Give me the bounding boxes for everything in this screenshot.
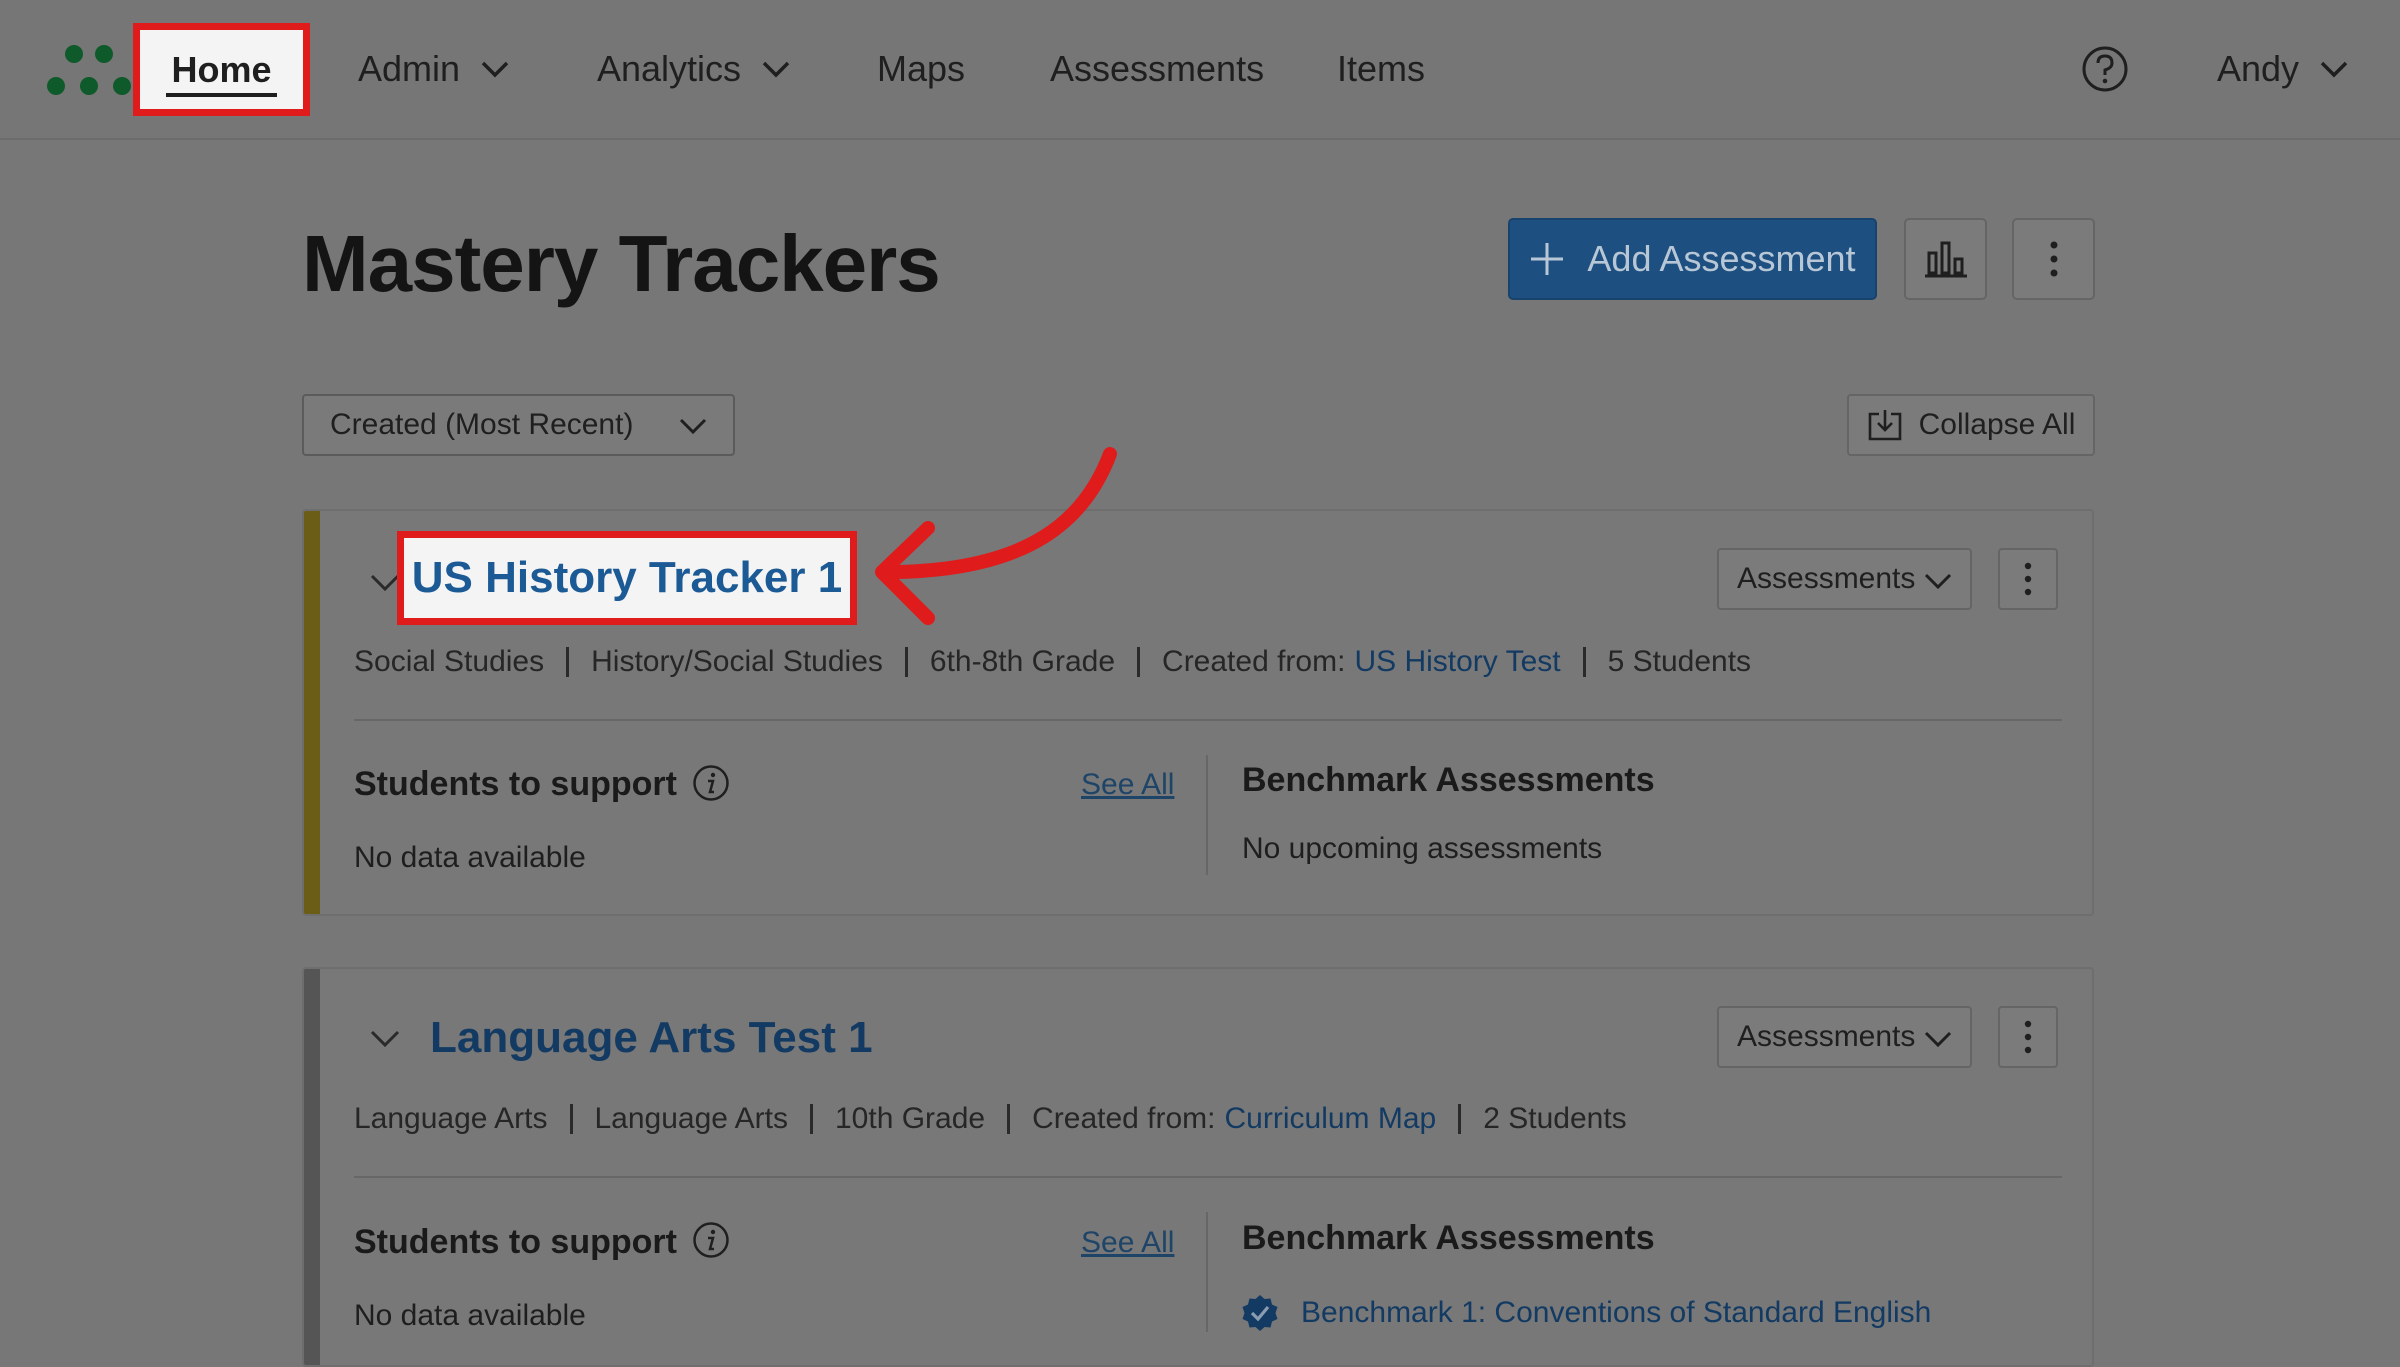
- collapse-icon: [1868, 410, 1901, 441]
- sort-select-value: Created (Most Recent): [330, 408, 634, 441]
- meta-separator: [569, 1104, 573, 1134]
- nav-analytics[interactable]: Analytics: [597, 0, 791, 138]
- nav-analytics-label: Analytics: [597, 48, 742, 89]
- nav-home-label: Home: [171, 48, 272, 90]
- chevron-down-icon: [1924, 573, 1952, 590]
- benchmark-link[interactable]: Benchmark 1: Conventions of Standard Eng…: [1242, 1294, 1932, 1332]
- benchmark-empty-text: No upcoming assessments: [1242, 832, 1603, 865]
- tracker-card: US History Tracker 1 Assessments Social …: [302, 509, 2094, 916]
- help-icon[interactable]: [2080, 44, 2130, 94]
- top-nav: Home Admin Analytics Maps Assessments It…: [0, 0, 2400, 140]
- bar-chart-icon: [1924, 241, 1967, 278]
- assessments-dropdown-label: Assessments: [1737, 1020, 1916, 1053]
- tracker-meta: Language Arts Language Arts 10th Grade C…: [354, 1102, 1627, 1136]
- kebab-icon: [2024, 1020, 2032, 1054]
- meta-subject: Social Studies: [354, 645, 545, 678]
- meta-separator: [1458, 1104, 1462, 1134]
- meta-created-prefix: Created from:: [1032, 1102, 1216, 1135]
- assessments-dropdown-label: Assessments: [1737, 562, 1916, 595]
- card-more-options-button[interactable]: [1998, 548, 2058, 610]
- reports-button[interactable]: [1904, 218, 1987, 300]
- nav-admin[interactable]: Admin: [358, 0, 510, 138]
- page-title: Mastery Trackers: [302, 219, 941, 308]
- meta-created-link[interactable]: Curriculum Map: [1225, 1102, 1437, 1136]
- nav-assessments[interactable]: Assessments: [1050, 0, 1264, 138]
- nav-maps[interactable]: Maps: [877, 0, 965, 138]
- nav-items[interactable]: Items: [1337, 0, 1425, 138]
- support-empty-text: No data available: [354, 841, 586, 874]
- meta-course: History/Social Studies: [591, 645, 883, 678]
- assessments-dropdown-button[interactable]: Assessments: [1717, 1006, 1972, 1068]
- sort-select[interactable]: Created (Most Recent): [302, 394, 735, 456]
- kebab-icon: [2024, 562, 2032, 596]
- section-divider: [1206, 755, 1208, 875]
- nav-home[interactable]: Home: [133, 23, 310, 116]
- tracker-title-link[interactable]: Language Arts Test 1: [430, 1013, 873, 1063]
- card-divider: [354, 1176, 2062, 1178]
- meta-created-prefix: Created from:: [1162, 645, 1346, 678]
- add-assessment-button[interactable]: Add Assessment: [1508, 218, 1877, 300]
- meta-separator: [1137, 647, 1141, 677]
- card-accent-stripe: [304, 969, 320, 1365]
- collapse-all-label: Collapse All: [1918, 408, 2076, 441]
- meta-separator: [1582, 647, 1586, 677]
- students-to-support-heading: Students to support: [354, 765, 677, 803]
- meta-separator: [566, 647, 570, 677]
- tracker-title-link[interactable]: US History Tracker 1: [397, 531, 857, 625]
- meta-subject: Language Arts: [354, 1102, 548, 1135]
- chevron-down-icon: [762, 61, 790, 78]
- students-to-support-heading: Students to support: [354, 1223, 677, 1261]
- chevron-down-icon: [2320, 61, 2348, 78]
- nav-assessments-label: Assessments: [1050, 48, 1265, 89]
- meta-separator: [1007, 1104, 1011, 1134]
- support-empty-text: No data available: [354, 1299, 586, 1332]
- tracker-card: Language Arts Test 1 Assessments Languag…: [302, 967, 2094, 1367]
- user-menu[interactable]: Andy: [2217, 0, 2349, 138]
- collapse-all-button[interactable]: Collapse All: [1847, 394, 2095, 456]
- see-all-link[interactable]: See All: [1081, 1226, 1174, 1260]
- nav-admin-label: Admin: [358, 48, 461, 89]
- chevron-down-icon: [679, 418, 707, 435]
- meta-students: 5 Students: [1607, 645, 1752, 678]
- meta-separator: [904, 647, 908, 677]
- info-icon[interactable]: [692, 1221, 730, 1259]
- see-all-link[interactable]: See All: [1081, 768, 1174, 802]
- meta-students: 2 Students: [1483, 1102, 1627, 1135]
- meta-course: Language Arts: [594, 1102, 789, 1135]
- assessments-dropdown-button[interactable]: Assessments: [1717, 548, 1972, 610]
- meta-separator: [810, 1104, 813, 1134]
- verified-badge-icon: [1242, 1295, 1278, 1331]
- card-more-options-button[interactable]: [1998, 1006, 2058, 1068]
- tracker-meta: Social Studies History/Social Studies 6t…: [354, 645, 1751, 679]
- plus-icon: [1531, 243, 1564, 275]
- benchmark-assessments-heading: Benchmark Assessments: [1242, 761, 1655, 799]
- kebab-icon: [2050, 241, 2057, 277]
- more-options-button[interactable]: [2012, 218, 2095, 300]
- tracker-title: US History Tracker 1: [411, 553, 843, 602]
- chevron-down-icon: [481, 61, 509, 78]
- benchmark-link-label: Benchmark 1: Conventions of Standard Eng…: [1301, 1296, 1932, 1329]
- user-name: Andy: [2217, 48, 2300, 89]
- meta-grade: 10th Grade: [835, 1102, 986, 1135]
- chevron-down-icon[interactable]: [369, 1027, 401, 1049]
- nav-items-label: Items: [1337, 48, 1426, 89]
- section-divider: [1206, 1212, 1208, 1332]
- meta-grade: 6th-8th Grade: [929, 645, 1116, 678]
- card-accent-stripe: [304, 511, 320, 914]
- add-assessment-label: Add Assessment: [1587, 238, 1856, 279]
- info-icon[interactable]: [692, 764, 730, 802]
- chevron-down-icon: [1924, 1031, 1952, 1048]
- active-tab-underline: [166, 93, 277, 97]
- benchmark-assessments-heading: Benchmark Assessments: [1242, 1219, 1655, 1257]
- card-divider: [354, 719, 2062, 721]
- meta-created-link[interactable]: US History Test: [1354, 645, 1560, 679]
- app-logo-icon[interactable]: [46, 38, 132, 98]
- nav-maps-label: Maps: [877, 48, 966, 89]
